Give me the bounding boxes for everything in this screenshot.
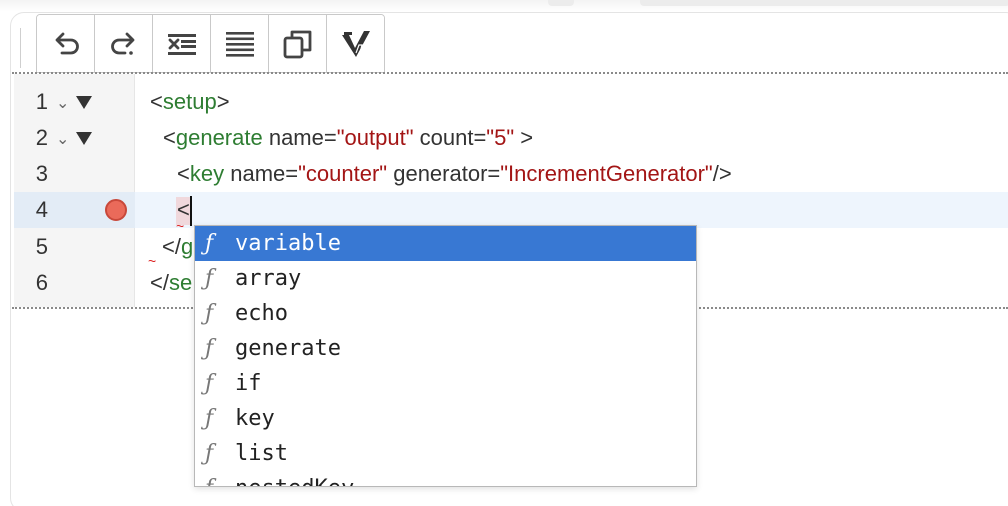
clear-format-icon xyxy=(167,33,196,55)
code-token: < xyxy=(163,125,176,150)
function-icon: ƒ xyxy=(205,231,214,256)
undo-icon xyxy=(55,32,79,54)
autocomplete-item[interactable]: ƒnestedKey xyxy=(195,471,696,486)
function-icon: ƒ xyxy=(205,476,235,486)
code-token: </ xyxy=(162,234,181,259)
clear-format-button[interactable] xyxy=(153,15,211,72)
code-token: < xyxy=(150,89,163,114)
code-string: "counter" xyxy=(298,161,388,186)
redo-button[interactable] xyxy=(95,15,153,72)
vim-mode-button[interactable] xyxy=(327,15,384,72)
code-token: > xyxy=(514,125,534,150)
code-tag: setup xyxy=(162,89,217,114)
function-icon: ƒ xyxy=(205,336,214,361)
autocomplete-item[interactable]: ƒ list xyxy=(195,436,696,471)
code-token: </ xyxy=(150,270,169,295)
function-icon: ƒ xyxy=(205,406,214,431)
code-line-2[interactable]: <generate name="output" count="5" > xyxy=(163,120,533,156)
code-string: "IncrementGenerator" xyxy=(500,161,713,186)
fold-triangle-icon[interactable] xyxy=(76,84,92,120)
code-tag: se xyxy=(168,270,193,295)
code-token: > xyxy=(216,89,230,114)
code-line-1[interactable]: <setup> xyxy=(150,84,230,120)
autocomplete-label: if xyxy=(235,371,262,396)
fold-triangle-icon[interactable] xyxy=(76,120,92,156)
code-line-5[interactable]: </g xyxy=(162,229,193,265)
code-tag: key xyxy=(189,161,225,186)
code-token: < xyxy=(177,161,190,186)
line-number: 2 xyxy=(35,125,48,150)
function-icon: ƒ xyxy=(205,301,214,326)
autocomplete-label: list xyxy=(235,441,288,466)
editor-top-border xyxy=(12,72,1008,74)
redo-icon xyxy=(110,32,134,55)
line-number: 4 xyxy=(35,197,48,222)
autocomplete-label: key xyxy=(235,406,275,431)
code-tag: g xyxy=(180,234,194,259)
toolbar-divider xyxy=(20,28,21,68)
format-lines-icon xyxy=(225,31,254,57)
code-string: "output" xyxy=(336,125,414,150)
code-string: "5" xyxy=(486,125,515,150)
text-cursor xyxy=(190,196,192,226)
copy-icon xyxy=(283,30,311,58)
code-line-6[interactable]: </se xyxy=(150,265,192,301)
line-number: 5 xyxy=(35,234,48,259)
code-attr: generator= xyxy=(387,161,501,186)
format-lines-button[interactable] xyxy=(211,15,269,72)
code-line-3[interactable]: <key name="counter" generator="Increment… xyxy=(177,156,732,192)
code-attr: name= xyxy=(262,125,337,150)
undo-button[interactable] xyxy=(37,15,95,72)
top-tab-edge xyxy=(548,0,574,6)
autocomplete-item[interactable]: ƒ if xyxy=(195,366,696,401)
line-number: 6 xyxy=(35,270,48,295)
breakpoint-marker-icon[interactable] xyxy=(105,199,127,221)
code-attr: count= xyxy=(413,125,487,150)
autocomplete-item[interactable]: ƒ echo xyxy=(195,296,696,331)
autocomplete-item[interactable]: ƒ array xyxy=(195,261,696,296)
function-icon: ƒ xyxy=(205,266,214,291)
autocomplete-item[interactable]: ƒ key xyxy=(195,401,696,436)
autocomplete-label: array xyxy=(235,266,302,291)
function-icon: ƒ xyxy=(205,371,214,396)
autocomplete-label: variable xyxy=(235,231,341,256)
line-number: 1 xyxy=(35,89,48,114)
code-token: /> xyxy=(712,161,732,186)
autocomplete-popup: ƒ variable ƒ array ƒ echo ƒ generate ƒ if ƒ ke… xyxy=(194,225,697,487)
autocomplete-item[interactable]: ƒ variable xyxy=(195,226,696,261)
autocomplete-label: echo xyxy=(235,301,288,326)
vim-icon xyxy=(341,30,370,57)
active-line-highlight xyxy=(14,192,1008,228)
autocomplete-label: generate xyxy=(235,336,341,361)
fold-chevron-icon[interactable]: ⌄ xyxy=(56,86,69,122)
autocomplete-item[interactable]: ƒ generate xyxy=(195,331,696,366)
code-tag: generate xyxy=(175,125,263,150)
code-attr: name= xyxy=(224,161,299,186)
editor-toolbar xyxy=(36,14,385,73)
copy-button[interactable] xyxy=(269,15,327,72)
function-icon: ƒ xyxy=(205,441,214,466)
fold-chevron-icon[interactable]: ⌄ xyxy=(56,122,69,158)
top-tab-edge xyxy=(640,0,1008,6)
autocomplete-label: nestedKey xyxy=(235,476,354,486)
line-number: 3 xyxy=(35,161,48,186)
